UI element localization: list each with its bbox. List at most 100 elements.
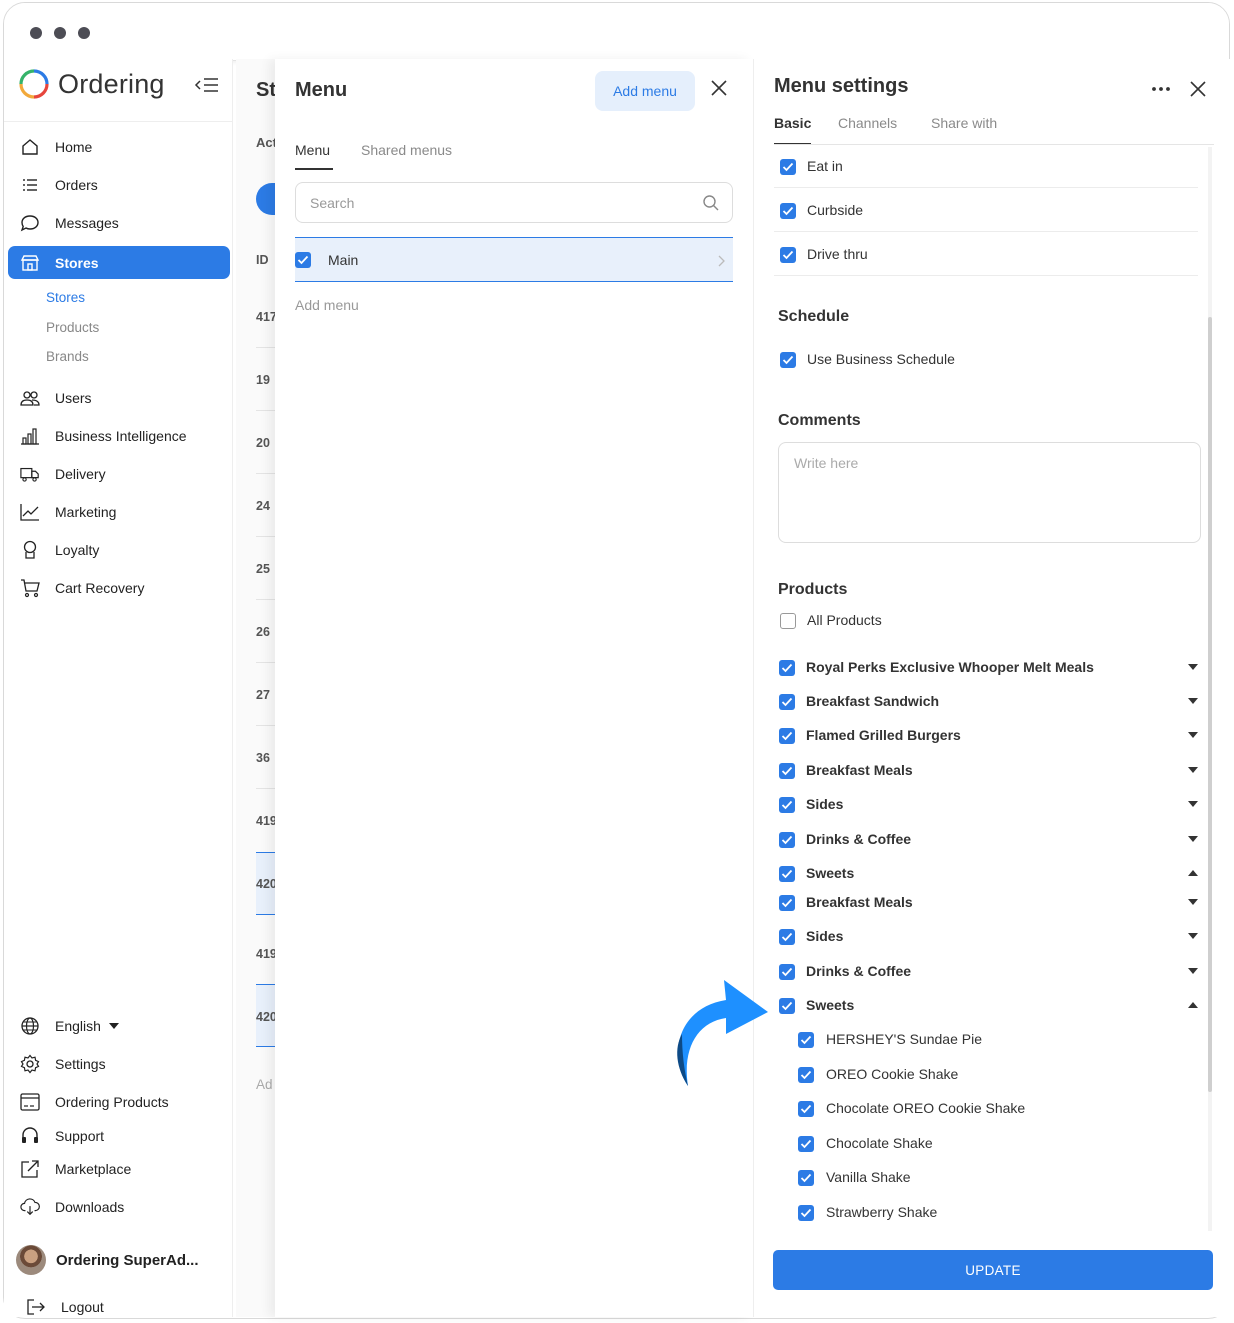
business-schedule-checkbox[interactable] bbox=[780, 352, 796, 368]
menu-list-item[interactable]: Main bbox=[295, 237, 733, 282]
chevron-down-icon[interactable] bbox=[1188, 899, 1198, 905]
search-icon bbox=[703, 195, 719, 211]
menu-panel: Menu Add menu Menu Shared menus Search M… bbox=[275, 59, 753, 1317]
tab-menu[interactable]: Menu bbox=[295, 142, 330, 158]
sidebar-subitem-stores[interactable]: Stores bbox=[46, 290, 85, 305]
tab-channels[interactable]: Channels bbox=[838, 115, 897, 131]
category-checkbox[interactable] bbox=[779, 660, 795, 676]
sidebar-item-marketplace[interactable]: Marketplace bbox=[8, 1153, 230, 1185]
settings-scroll-area[interactable]: Eat in Curbside Drive thru Schedule Use … bbox=[774, 145, 1214, 1231]
close-menu-panel-button[interactable] bbox=[708, 77, 730, 99]
tab-shared-menus[interactable]: Shared menus bbox=[361, 142, 452, 158]
user-profile[interactable]: Ordering SuperAd... bbox=[16, 1245, 199, 1275]
check-icon bbox=[781, 869, 793, 879]
sidebar-item-orders[interactable]: Orders bbox=[8, 169, 230, 201]
category-checkbox[interactable] bbox=[779, 728, 795, 744]
chevron-up-icon[interactable] bbox=[1188, 1002, 1198, 1008]
sidebar-item-label: Support bbox=[55, 1128, 105, 1144]
menu-search-input[interactable]: Search bbox=[295, 182, 733, 223]
sidebar-item-label: Ordering Products bbox=[55, 1094, 169, 1110]
sidebar-item-label: Marketplace bbox=[55, 1161, 132, 1177]
category-label: Drinks & Coffee bbox=[806, 831, 912, 847]
check-icon bbox=[800, 1173, 812, 1183]
eat-in-checkbox[interactable] bbox=[780, 159, 796, 175]
option-divider bbox=[774, 187, 1198, 188]
sidebar-item-downloads[interactable]: Downloads bbox=[8, 1191, 230, 1223]
update-button[interactable]: UPDATE bbox=[773, 1250, 1213, 1290]
chevron-down-icon[interactable] bbox=[1188, 801, 1198, 807]
menu-settings-panel: Menu settings Basic Channels Share with … bbox=[753, 59, 1230, 1317]
comments-textarea[interactable]: Write here bbox=[778, 442, 1201, 543]
window-dot-maximize[interactable] bbox=[78, 27, 90, 39]
close-icon bbox=[1190, 81, 1206, 97]
product-checkbox[interactable] bbox=[798, 1067, 814, 1083]
product-checkbox[interactable] bbox=[798, 1032, 814, 1048]
chevron-down-icon[interactable] bbox=[1188, 968, 1198, 974]
logout-label: Logout bbox=[61, 1299, 104, 1315]
menu-checkbox[interactable] bbox=[295, 251, 311, 268]
chevron-down-icon[interactable] bbox=[1188, 933, 1198, 939]
category-checkbox[interactable] bbox=[779, 866, 795, 882]
tab-fragment: Act bbox=[256, 135, 277, 150]
sidebar-item-delivery[interactable]: Delivery bbox=[8, 458, 230, 490]
chevron-down-icon[interactable] bbox=[1188, 664, 1198, 670]
sidebar-item-settings[interactable]: Settings bbox=[8, 1048, 230, 1080]
more-options-button[interactable] bbox=[1150, 79, 1172, 99]
tab-basic[interactable]: Basic bbox=[774, 115, 811, 131]
collapse-sidebar-button[interactable] bbox=[194, 75, 220, 95]
chevron-down-icon[interactable] bbox=[1188, 767, 1198, 773]
category-checkbox[interactable] bbox=[779, 964, 795, 980]
sidebar-item-business-intelligence[interactable]: Business Intelligence bbox=[8, 420, 230, 452]
language-selector[interactable]: English bbox=[8, 1010, 230, 1042]
sidebar-item-ordering-products[interactable]: Ordering Products bbox=[8, 1086, 230, 1118]
sidebar-item-users[interactable]: Users bbox=[8, 382, 230, 414]
close-settings-panel-button[interactable] bbox=[1187, 78, 1209, 100]
row-divider bbox=[256, 599, 276, 600]
tab-share-with[interactable]: Share with bbox=[931, 115, 997, 131]
chevron-down-icon[interactable] bbox=[1188, 836, 1198, 842]
category-checkbox[interactable] bbox=[779, 998, 795, 1014]
chevron-up-icon[interactable] bbox=[1188, 870, 1198, 876]
sidebar-item-cart-recovery[interactable]: Cart Recovery bbox=[8, 572, 230, 604]
curbside-checkbox[interactable] bbox=[780, 203, 796, 219]
product-checkbox[interactable] bbox=[798, 1136, 814, 1152]
product-checkbox[interactable] bbox=[798, 1205, 814, 1221]
sidebar-subitem-products[interactable]: Products bbox=[46, 320, 99, 335]
scrollbar-thumb[interactable] bbox=[1208, 317, 1212, 1092]
logout-button[interactable]: Logout bbox=[14, 1291, 236, 1323]
window-dot-close[interactable] bbox=[30, 27, 42, 39]
chevron-down-icon[interactable] bbox=[1188, 732, 1198, 738]
chevron-down-icon bbox=[108, 1023, 119, 1029]
category-checkbox[interactable] bbox=[779, 929, 795, 945]
sidebar-item-home[interactable]: Home bbox=[8, 131, 230, 163]
sidebar-item-stores[interactable]: Stores bbox=[8, 246, 230, 279]
headset-icon bbox=[20, 1126, 40, 1146]
sidebar-item-marketing[interactable]: Marketing bbox=[8, 496, 230, 528]
stores-page-title-fragment: St bbox=[256, 79, 276, 101]
product-checkbox[interactable] bbox=[798, 1101, 814, 1117]
category-checkbox[interactable] bbox=[779, 763, 795, 779]
sidebar-item-support[interactable]: Support bbox=[8, 1120, 230, 1152]
store-id-cell: 19 bbox=[256, 373, 270, 387]
store-id-cell: 419 bbox=[256, 947, 277, 961]
app-logo[interactable]: Ordering bbox=[18, 67, 165, 101]
menu-name: Main bbox=[328, 251, 359, 268]
sidebar-subitem-brands[interactable]: Brands bbox=[46, 349, 89, 364]
all-products-checkbox[interactable] bbox=[780, 613, 796, 629]
sidebar-item-loyalty[interactable]: Loyalty bbox=[8, 534, 230, 566]
drive-thru-checkbox[interactable] bbox=[780, 247, 796, 263]
category-checkbox[interactable] bbox=[779, 832, 795, 848]
category-checkbox[interactable] bbox=[779, 895, 795, 911]
window-dot-minimize[interactable] bbox=[54, 27, 66, 39]
sidebar-item-messages[interactable]: Messages bbox=[8, 207, 230, 239]
chevron-down-icon[interactable] bbox=[1188, 698, 1198, 704]
add-menu-button[interactable]: Add menu bbox=[595, 71, 695, 111]
category-label: Sweets bbox=[806, 997, 855, 1013]
add-menu-link[interactable]: Add menu bbox=[295, 297, 359, 313]
store-id-cell: 420 bbox=[256, 877, 277, 891]
category-checkbox[interactable] bbox=[779, 694, 795, 710]
annotation-arrow-icon bbox=[677, 980, 768, 1086]
check-icon bbox=[781, 898, 793, 908]
category-checkbox[interactable] bbox=[779, 797, 795, 813]
product-checkbox[interactable] bbox=[798, 1170, 814, 1186]
